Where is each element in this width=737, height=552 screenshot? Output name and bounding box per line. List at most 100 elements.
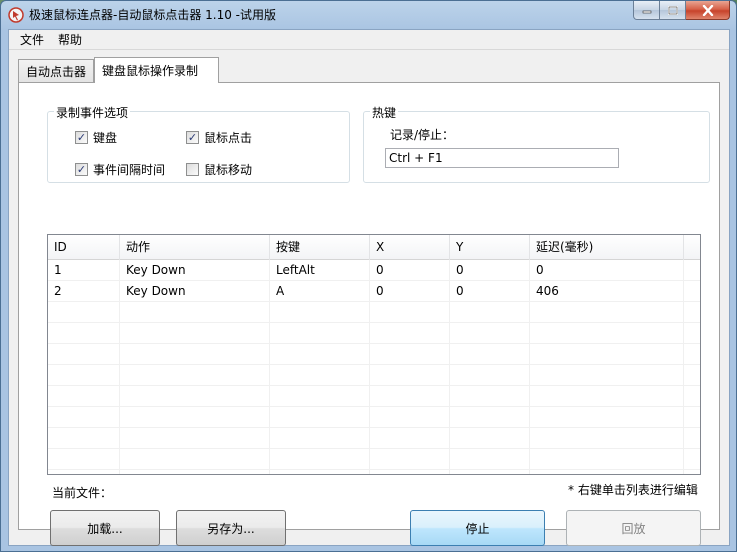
hotkey-group: 热键 记录/停止： — [363, 104, 710, 183]
record-stop-label: 记录/停止： — [390, 128, 455, 142]
record-options-group: 录制事件选项 ✓ 键盘 ✓ 鼠标点击 ✓ 事件间隔时间 鼠标移动 — [47, 104, 350, 183]
table-row[interactable]: 1 Key Down LeftAlt 0 0 0 — [48, 260, 700, 281]
cell-key: LeftAlt — [270, 260, 370, 281]
keyboard-checkbox[interactable]: ✓ 键盘 — [75, 129, 117, 146]
empty-row — [48, 344, 700, 365]
empty-cell — [48, 302, 120, 323]
table-row[interactable]: 2 Key Down A 0 0 406 — [48, 281, 700, 302]
empty-cell — [370, 386, 450, 407]
column-key[interactable]: 按键 — [270, 235, 370, 260]
empty-cell — [48, 428, 120, 449]
empty-cell — [530, 449, 684, 470]
client-area: 文件 帮助 自动点击器 键盘鼠标操作录制 录制事件选项 ✓ 键盘 ✓ 鼠标点击 … — [8, 29, 730, 546]
empty-row — [48, 407, 700, 428]
empty-cell — [270, 344, 370, 365]
empty-cell — [48, 365, 120, 386]
empty-cell — [48, 470, 120, 474]
column-x[interactable]: X — [370, 235, 450, 260]
empty-cell — [370, 407, 450, 428]
cell-id: 1 — [48, 260, 120, 281]
empty-cell — [370, 344, 450, 365]
menu-file[interactable]: 文件 — [13, 31, 51, 48]
cell-action: Key Down — [120, 260, 270, 281]
empty-cell — [120, 407, 270, 428]
column-y[interactable]: Y — [450, 235, 530, 260]
minimize-icon — [642, 10, 651, 14]
empty-cell — [370, 365, 450, 386]
empty-row — [48, 323, 700, 344]
empty-cell — [450, 428, 530, 449]
empty-cell — [530, 428, 684, 449]
maximize-button[interactable] — [660, 1, 686, 20]
empty-cell — [530, 323, 684, 344]
checkmark-icon: ✓ — [186, 131, 199, 144]
empty-cell — [530, 302, 684, 323]
events-list[interactable]: ID 动作 按键 X Y 延迟(毫秒) 1 Key Down LeftAlt 0… — [47, 234, 701, 475]
empty-row — [48, 302, 700, 323]
app-window: 极速鼠标连点器-自动鼠标点击器 1.10 -试用版 文件 帮助 自动点击器 键盘… — [0, 0, 737, 552]
checkmark-icon: ✓ — [75, 163, 88, 176]
empty-cell — [120, 365, 270, 386]
minimize-button[interactable] — [633, 1, 660, 20]
empty-cell — [370, 428, 450, 449]
keyboard-label: 键盘 — [93, 131, 118, 145]
empty-cell — [370, 302, 450, 323]
empty-cell — [120, 470, 270, 474]
save-as-button[interactable]: 另存为... — [176, 510, 286, 546]
empty-row — [48, 428, 700, 449]
cell-x: 0 — [370, 260, 450, 281]
events-list-header: ID 动作 按键 X Y 延迟(毫秒) — [48, 235, 700, 260]
menu-help[interactable]: 帮助 — [51, 31, 89, 48]
stop-button[interactable]: 停止 — [410, 510, 545, 546]
empty-cell — [48, 323, 120, 344]
mouse-clicker-icon — [8, 7, 24, 23]
events-list-body: 1 Key Down LeftAlt 0 0 0 2 Key Down A 0 … — [48, 260, 700, 474]
event-interval-checkbox[interactable]: ✓ 事件间隔时间 — [75, 161, 165, 178]
playback-button[interactable]: 回放 — [566, 510, 701, 546]
window-controls — [633, 1, 730, 20]
empty-cell — [450, 302, 530, 323]
empty-cell — [270, 365, 370, 386]
empty-cell — [530, 386, 684, 407]
empty-cell — [370, 323, 450, 344]
empty-cell — [48, 449, 120, 470]
empty-cell — [270, 302, 370, 323]
tab-keyboard-mouse-recorder[interactable]: 键盘鼠标操作录制 — [94, 57, 220, 83]
record-options-title: 录制事件选项 — [54, 104, 131, 121]
empty-cell — [530, 407, 684, 428]
window-title: 极速鼠标连点器-自动鼠标点击器 1.10 -试用版 — [29, 8, 277, 22]
mouse-move-checkbox[interactable]: 鼠标移动 — [186, 161, 252, 178]
mouse-move-label: 鼠标移动 — [204, 163, 253, 177]
empty-cell — [120, 386, 270, 407]
column-id[interactable]: ID — [48, 235, 120, 260]
column-action[interactable]: 动作 — [120, 235, 270, 260]
empty-cell — [450, 470, 530, 474]
tab-auto-clicker[interactable]: 自动点击器 — [18, 59, 95, 83]
title-bar[interactable]: 极速鼠标连点器-自动鼠标点击器 1.10 -试用版 — [1, 1, 736, 29]
empty-cell — [530, 344, 684, 365]
menu-bar: 文件 帮助 — [9, 30, 729, 50]
empty-cell — [450, 365, 530, 386]
event-interval-label: 事件间隔时间 — [93, 163, 166, 177]
empty-cell — [270, 449, 370, 470]
cell-delay: 0 — [530, 260, 684, 281]
hotkey-input[interactable] — [385, 148, 619, 168]
mouse-click-checkbox[interactable]: ✓ 鼠标点击 — [186, 129, 252, 146]
current-file-label: 当前文件： — [52, 486, 113, 500]
empty-cell — [120, 344, 270, 365]
empty-cell — [48, 386, 120, 407]
recorder-panel: 录制事件选项 ✓ 键盘 ✓ 鼠标点击 ✓ 事件间隔时间 鼠标移动 热键 记录/停… — [18, 82, 720, 546]
empty-cell — [120, 428, 270, 449]
empty-cell — [270, 386, 370, 407]
column-delay[interactable]: 延迟(毫秒) — [530, 235, 684, 260]
close-button[interactable] — [686, 1, 730, 20]
cell-y: 0 — [450, 260, 530, 281]
maximize-icon — [667, 5, 678, 15]
load-button[interactable]: 加载... — [50, 510, 160, 546]
empty-cell — [48, 407, 120, 428]
empty-cell — [370, 449, 450, 470]
checkbox-empty — [186, 163, 199, 176]
empty-cell — [270, 407, 370, 428]
empty-cell — [270, 470, 370, 474]
empty-cell — [450, 344, 530, 365]
